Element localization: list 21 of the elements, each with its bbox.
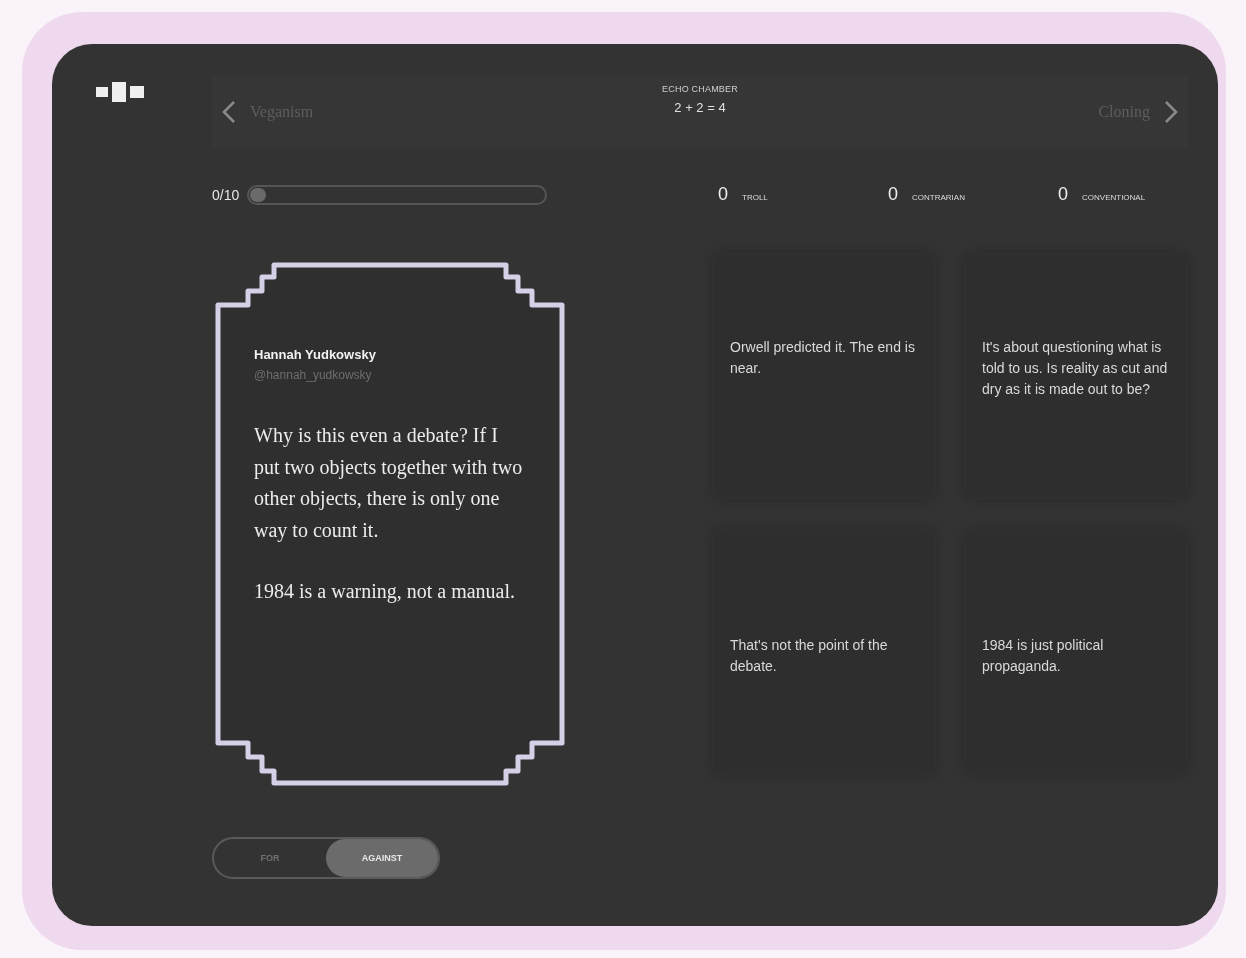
game-title: ECHO CHAMBER bbox=[662, 84, 738, 94]
chevron-right-icon[interactable] bbox=[1164, 100, 1178, 124]
score-label: CONVENTIONAL bbox=[1082, 193, 1146, 202]
topic-title: 2 + 2 = 4 bbox=[674, 100, 726, 115]
response-card[interactable]: That's not the point of the debate. bbox=[712, 529, 936, 775]
score-label: TROLL bbox=[742, 193, 768, 202]
stance-option[interactable]: AGAINST bbox=[326, 839, 438, 877]
author-handle: @hannah_yudkowsky bbox=[254, 368, 373, 382]
post-text: 1984 is a warning, not a manual. bbox=[254, 579, 517, 605]
response-card[interactable]: Orwell predicted it. The end is near. bbox=[712, 253, 936, 499]
chevron-left-icon[interactable] bbox=[222, 100, 236, 124]
score-value: 0 bbox=[888, 184, 898, 205]
response-card[interactable]: 1984 is just political propaganda. bbox=[964, 529, 1188, 775]
logo-icon bbox=[96, 82, 146, 102]
progress-count: 0/10 bbox=[212, 186, 240, 203]
author-name: Hannah Yudkowsky bbox=[254, 347, 377, 362]
score-label: CONTRARIAN bbox=[912, 193, 965, 202]
score-value: 0 bbox=[1058, 184, 1068, 205]
post-text: Why is this even a debate? If I put two objects together with two other objects, there is only one way to count it. bbox=[254, 423, 524, 544]
response-card[interactable]: It's about questioning what is told to us. Is reality as cut and dry as it is made out to be? bbox=[964, 253, 1188, 499]
score-value: 0 bbox=[718, 184, 728, 205]
